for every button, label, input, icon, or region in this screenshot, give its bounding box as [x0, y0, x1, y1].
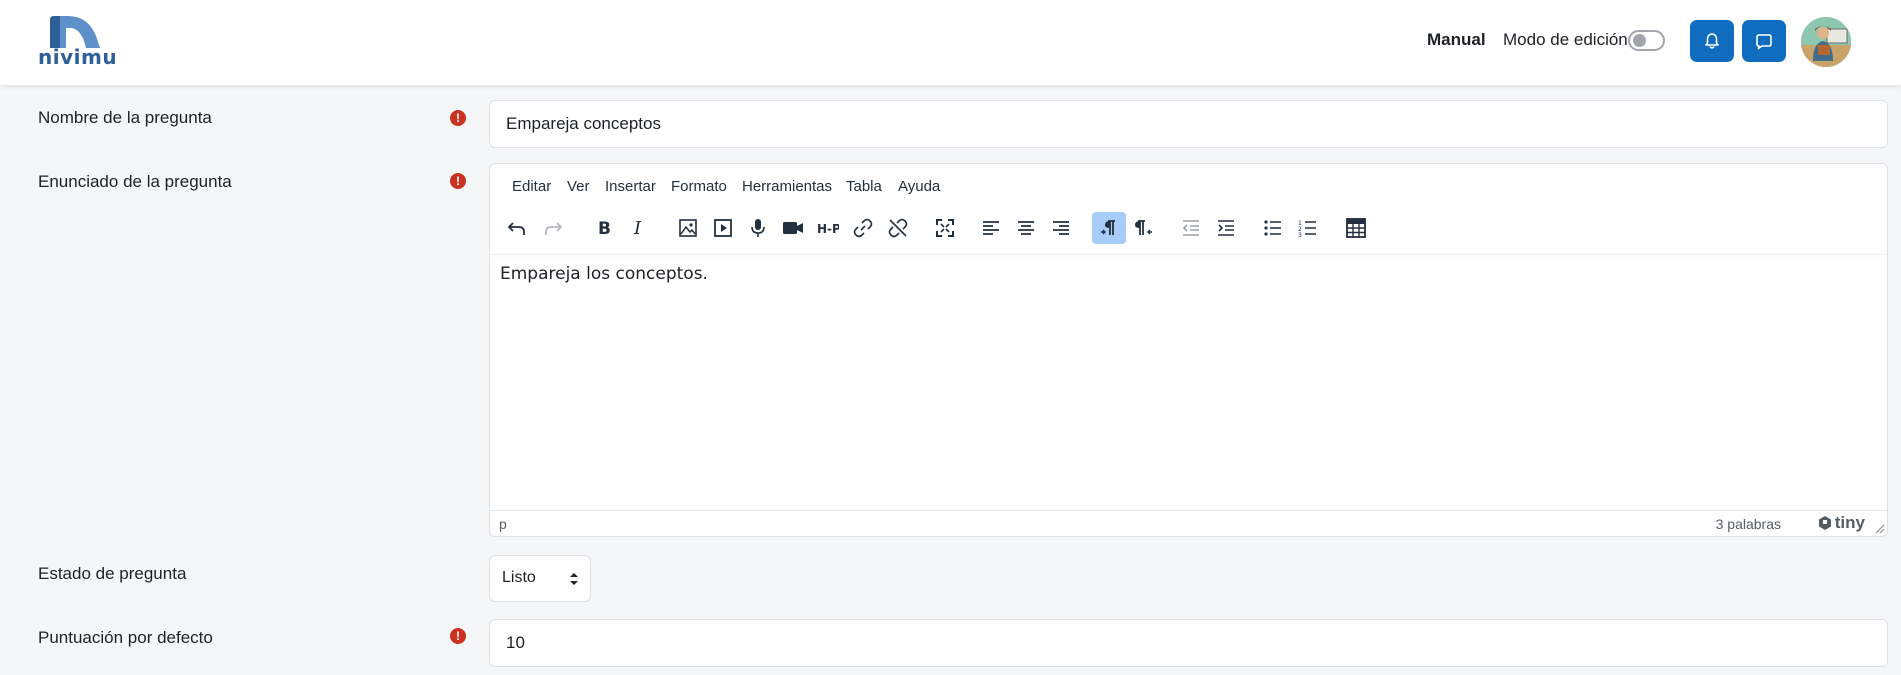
menu-herramientas[interactable]: Herramientas: [742, 178, 832, 195]
tiny-brand-link[interactable]: tiny: [1817, 513, 1865, 533]
editor-content-area[interactable]: Empareja los conceptos.: [500, 264, 708, 284]
microphone-icon: [751, 219, 765, 237]
user-avatar-image: [1801, 17, 1851, 67]
toolbar-divider: [490, 254, 1887, 255]
question-status-value: Listo: [502, 569, 536, 586]
fullscreen-icon: [936, 219, 954, 237]
insert-h5p-button[interactable]: H-P: [811, 212, 845, 244]
editor-menubar: Editar Ver Insertar Formato Herramientas…: [490, 178, 1887, 200]
default-mark-input[interactable]: 10: [489, 619, 1888, 667]
top-navbar: nivimu Manual Modo de edición: [0, 0, 1901, 85]
element-path[interactable]: p: [499, 516, 507, 532]
chat-icon: [1756, 34, 1772, 50]
tiny-logo-icon: [1818, 516, 1831, 530]
required-icon: !: [450, 110, 466, 126]
tiny-brand-text: tiny: [1834, 513, 1865, 532]
question-status-label: Estado de pregunta: [38, 564, 187, 583]
menu-formato[interactable]: Formato: [671, 178, 727, 195]
svg-text:I: I: [633, 218, 642, 239]
notifications-button[interactable]: [1690, 20, 1734, 62]
messages-button[interactable]: [1742, 20, 1786, 62]
menu-editar[interactable]: Editar: [512, 178, 551, 195]
align-left-icon: [983, 221, 999, 235]
video-camera-icon: [783, 222, 803, 234]
bell-icon: [1705, 33, 1719, 49]
editor-toolbar: B I H-P 1 2 3: [490, 210, 1887, 248]
outdent-icon: [1182, 220, 1199, 236]
record-video-button[interactable]: [776, 212, 810, 244]
logo-text: nivimu: [38, 45, 118, 69]
menu-insertar[interactable]: Insertar: [605, 178, 656, 195]
rich-text-editor: Editar Ver Insertar Formato Herramientas…: [489, 163, 1888, 537]
outdent-button[interactable]: [1174, 212, 1208, 244]
indent-button[interactable]: [1209, 212, 1243, 244]
insert-link-button[interactable]: [846, 212, 880, 244]
question-status-select[interactable]: Listo: [489, 555, 591, 602]
indent-icon: [1218, 220, 1234, 236]
unlink-icon: [888, 218, 908, 238]
ltr-button[interactable]: [1092, 212, 1126, 244]
bold-button[interactable]: B: [586, 212, 620, 244]
undo-icon: [507, 222, 525, 235]
align-center-button[interactable]: [1009, 212, 1043, 244]
svg-text:3: 3: [1298, 232, 1302, 239]
edit-mode-label: Modo de edición: [1503, 30, 1628, 49]
menu-ayuda[interactable]: Ayuda: [898, 178, 940, 195]
italic-button[interactable]: I: [621, 212, 655, 244]
question-text-label: Enunciado de la pregunta: [38, 172, 232, 191]
equation-editor-button[interactable]: [1339, 212, 1373, 244]
select-arrows-icon: [570, 573, 578, 585]
media-icon: [714, 219, 732, 237]
align-center-icon: [1018, 221, 1034, 235]
bold-icon: B: [598, 219, 611, 239]
toggle-knob: [1633, 34, 1646, 47]
numbered-list-icon: 123: [1298, 220, 1316, 239]
svg-text:B: B: [598, 219, 611, 239]
nav-link-manual[interactable]: Manual: [1427, 30, 1486, 50]
rtl-button[interactable]: [1127, 212, 1161, 244]
menu-ver[interactable]: Ver: [567, 178, 590, 195]
record-audio-button[interactable]: [741, 212, 775, 244]
bullet-list-button[interactable]: [1256, 212, 1290, 244]
word-count[interactable]: 3 palabras: [1716, 516, 1781, 532]
svg-text:H-P: H-P: [817, 222, 839, 236]
editor-statusbar: p 3 palabras tiny: [490, 510, 1887, 536]
fullscreen-button[interactable]: [928, 212, 962, 244]
unlink-button[interactable]: [881, 212, 915, 244]
h5p-icon: H-P: [817, 222, 839, 236]
insert-image-button[interactable]: [671, 212, 705, 244]
menu-tabla[interactable]: Tabla: [846, 178, 882, 195]
required-icon: !: [450, 173, 466, 189]
image-icon: [679, 219, 697, 237]
edit-mode-toggle[interactable]: [1628, 30, 1665, 51]
ltr-icon: [1101, 220, 1115, 235]
numbered-list-button[interactable]: 123: [1291, 212, 1325, 244]
question-name-input[interactable]: Empareja conceptos: [489, 100, 1888, 148]
resize-handle-icon[interactable]: [1875, 524, 1885, 534]
align-right-icon: [1053, 221, 1069, 235]
default-mark-label: Puntuación por defecto: [38, 628, 213, 647]
undo-button[interactable]: [500, 212, 534, 244]
rtl-icon: [1135, 220, 1152, 235]
link-icon: [853, 218, 873, 238]
align-right-button[interactable]: [1044, 212, 1078, 244]
site-logo[interactable]: nivimu: [38, 16, 118, 69]
italic-icon: I: [633, 218, 642, 239]
bullet-list-icon: [1264, 220, 1281, 236]
insert-media-button[interactable]: [706, 212, 740, 244]
required-icon: !: [450, 628, 466, 644]
align-left-button[interactable]: [974, 212, 1008, 244]
redo-button[interactable]: [536, 212, 570, 244]
question-name-label: Nombre de la pregunta: [38, 108, 212, 127]
user-avatar[interactable]: [1801, 17, 1851, 67]
redo-icon: [545, 222, 563, 235]
equation-calculator-icon: [1346, 218, 1366, 238]
